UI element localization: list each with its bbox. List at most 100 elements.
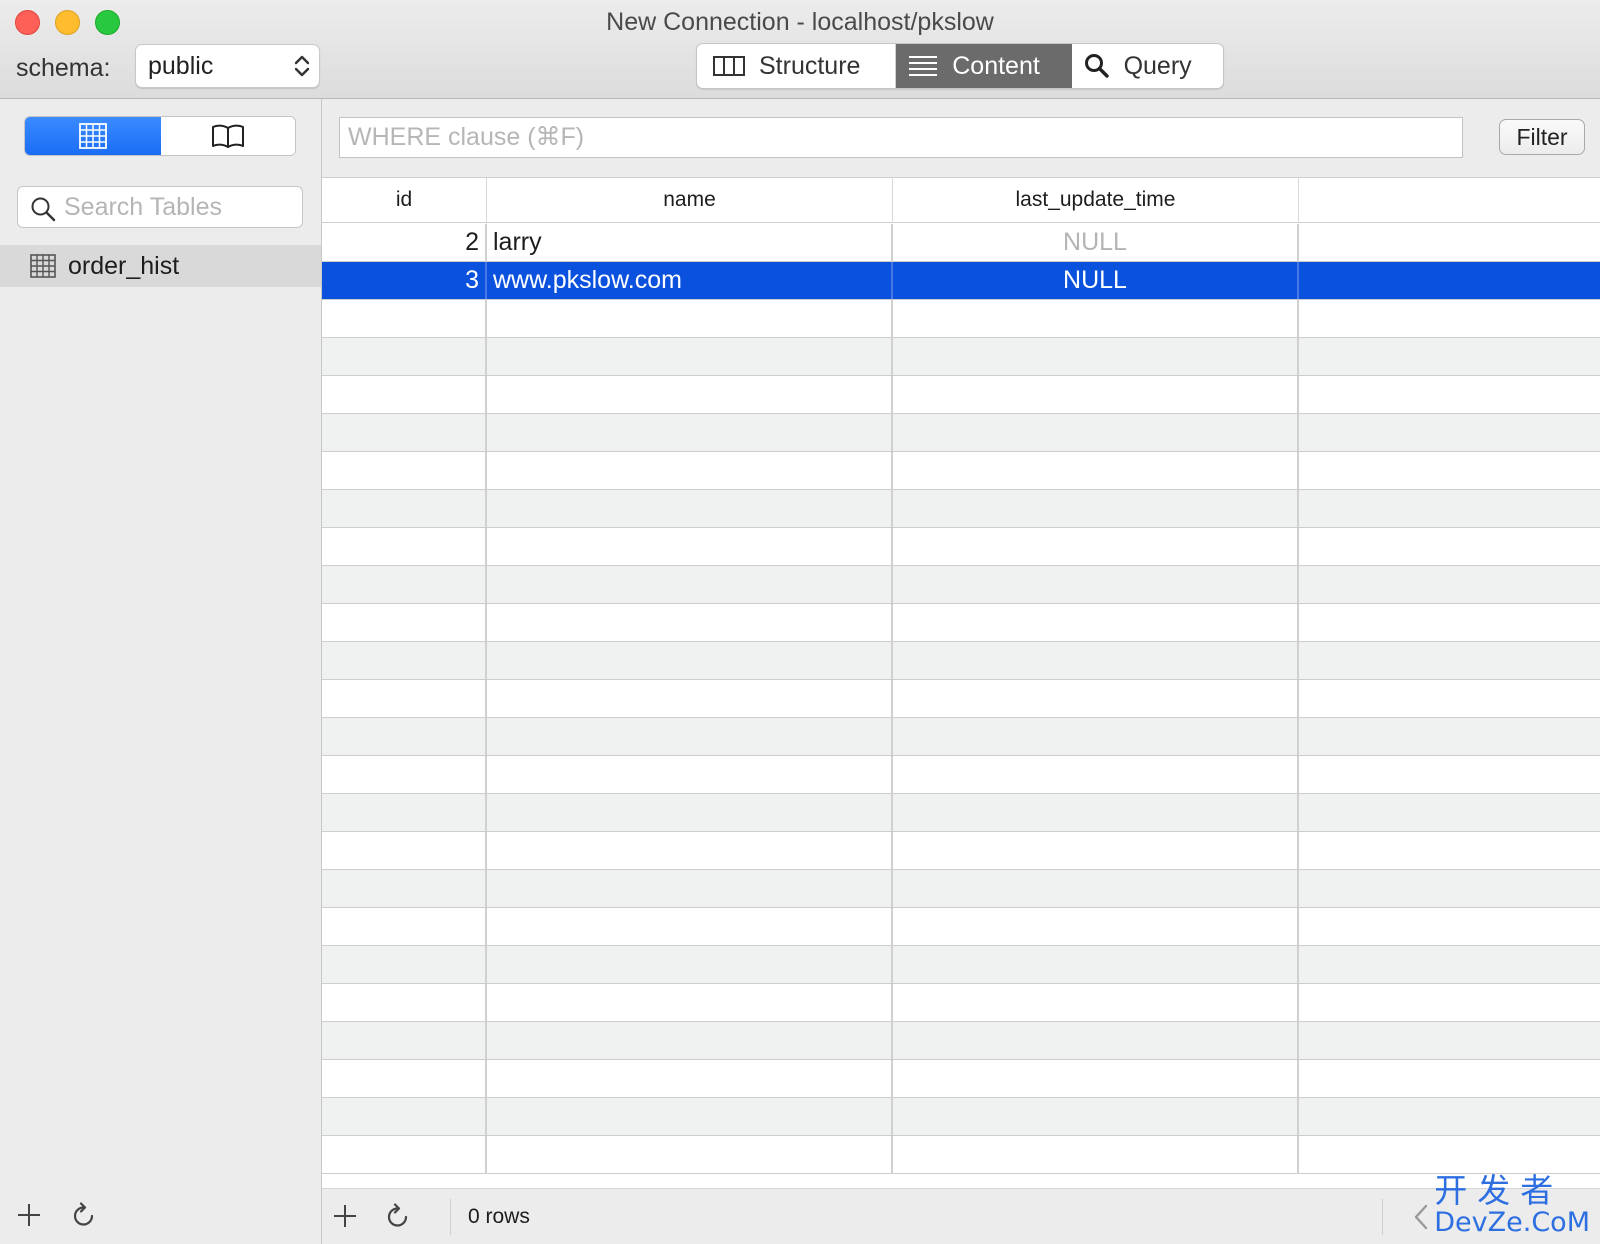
empty-table-row <box>322 490 1600 528</box>
empty-cell <box>893 338 1299 375</box>
empty-cell <box>1299 984 1600 1021</box>
tab-query[interactable]: Query <box>1072 44 1223 88</box>
empty-table-row <box>322 414 1600 452</box>
empty-cell <box>487 414 893 451</box>
empty-cell <box>893 870 1299 907</box>
empty-table-row <box>322 566 1600 604</box>
column-header-empty <box>1299 178 1600 222</box>
empty-table-row <box>322 718 1600 756</box>
empty-cell <box>893 984 1299 1021</box>
results-grid: id name last_update_time 2 larry NULL 3 … <box>322 177 1600 1188</box>
empty-cell <box>487 718 893 755</box>
empty-cell <box>322 1136 487 1173</box>
cell-last-update-time[interactable]: NULL <box>893 262 1299 299</box>
previous-page-button[interactable] <box>1412 1203 1430 1231</box>
empty-cell <box>322 604 487 641</box>
tab-content-label: Content <box>952 51 1040 80</box>
filter-button[interactable]: Filter <box>1499 119 1585 155</box>
empty-cell <box>1299 642 1600 679</box>
empty-cell <box>322 642 487 679</box>
empty-cell <box>322 794 487 831</box>
empty-cell <box>893 756 1299 793</box>
sidebar-item-order-hist[interactable]: order_hist <box>0 245 321 287</box>
cell-name[interactable]: larry <box>487 224 893 261</box>
search-icon <box>31 197 56 222</box>
empty-cell <box>487 566 893 603</box>
empty-cell <box>322 946 487 983</box>
empty-cell <box>893 300 1299 337</box>
empty-cell <box>1299 680 1600 717</box>
empty-cell <box>487 338 893 375</box>
empty-cell <box>893 1098 1299 1135</box>
empty-cell <box>1299 604 1600 641</box>
empty-cell <box>1299 414 1600 451</box>
tab-structure[interactable]: Structure <box>697 44 897 88</box>
empty-table-row <box>322 1136 1600 1174</box>
table-row-selected[interactable]: 3 www.pkslow.com NULL <box>322 262 1600 300</box>
empty-cell <box>1299 908 1600 945</box>
empty-cell <box>322 452 487 489</box>
cell-last-update-time[interactable]: NULL <box>893 224 1299 261</box>
window-title: New Connection - localhost/pkslow <box>606 8 994 36</box>
empty-cell <box>322 1022 487 1059</box>
empty-table-row <box>322 908 1600 946</box>
empty-table-row <box>322 1060 1600 1098</box>
watermark: 开发者 DevZe.CoM <box>1434 1174 1590 1238</box>
empty-cell <box>893 566 1299 603</box>
empty-cell <box>893 376 1299 413</box>
view-mode-tabs: Structure Content Query <box>696 43 1224 89</box>
column-header-id[interactable]: id <box>322 178 487 222</box>
empty-cell <box>487 946 893 983</box>
empty-cell <box>893 680 1299 717</box>
empty-table-row <box>322 832 1600 870</box>
empty-cell <box>322 1098 487 1135</box>
empty-cell <box>1299 870 1600 907</box>
empty-cell <box>1299 490 1600 527</box>
empty-cell <box>893 908 1299 945</box>
empty-table-row <box>322 338 1600 376</box>
table-row[interactable]: 2 larry NULL <box>322 224 1600 262</box>
refresh-tables-button[interactable] <box>70 1202 98 1230</box>
empty-cell <box>1299 1098 1600 1135</box>
footer-divider <box>450 1199 451 1235</box>
empty-cell <box>487 1022 893 1059</box>
empty-cell <box>893 832 1299 869</box>
empty-cell <box>322 870 487 907</box>
empty-cell <box>1299 452 1600 489</box>
where-clause-input[interactable] <box>339 117 1463 158</box>
cell-empty <box>1299 224 1600 261</box>
add-table-button[interactable] <box>16 1202 42 1228</box>
empty-cell <box>893 718 1299 755</box>
tables-view-button[interactable] <box>25 117 161 155</box>
refresh-rows-button[interactable] <box>384 1203 412 1231</box>
schema-select[interactable]: public <box>135 44 320 88</box>
empty-cell <box>487 870 893 907</box>
search-tables-input[interactable] <box>64 191 294 223</box>
search-tables-field[interactable] <box>17 186 303 228</box>
footer-divider <box>1382 1199 1383 1235</box>
columns-icon <box>713 56 745 76</box>
add-row-button[interactable] <box>332 1203 358 1229</box>
column-header-name[interactable]: name <box>487 178 893 222</box>
cell-id[interactable]: 2 <box>322 224 487 261</box>
table-icon <box>30 254 56 278</box>
empty-cell <box>487 1098 893 1135</box>
empty-cell <box>1299 794 1600 831</box>
empty-cell <box>893 1136 1299 1173</box>
cell-name[interactable]: www.pkslow.com <box>487 262 893 299</box>
tab-content[interactable]: Content <box>896 44 1072 88</box>
column-header-last-update-time[interactable]: last_update_time <box>893 178 1299 222</box>
cell-id[interactable]: 3 <box>322 262 487 299</box>
empty-cell <box>487 376 893 413</box>
queries-view-button[interactable] <box>161 117 295 155</box>
empty-cell <box>893 452 1299 489</box>
empty-cell <box>1299 832 1600 869</box>
list-icon <box>909 56 938 76</box>
tab-query-label: Query <box>1123 51 1192 80</box>
empty-cell <box>322 1060 487 1097</box>
empty-cell <box>487 1136 893 1173</box>
empty-table-row <box>322 946 1600 984</box>
empty-table-row <box>322 680 1600 718</box>
empty-table-row <box>322 300 1600 338</box>
empty-cell <box>487 490 893 527</box>
